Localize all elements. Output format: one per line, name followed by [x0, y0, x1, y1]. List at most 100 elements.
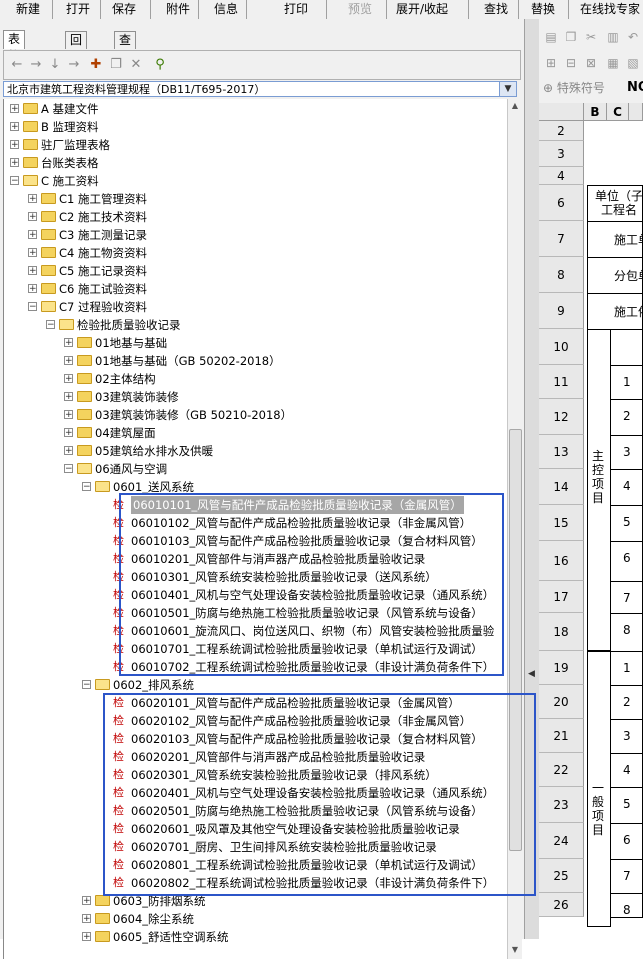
- tree-node-batch[interactable]: +04建筑屋面: [4, 424, 504, 442]
- pane-splitter[interactable]: ◀: [524, 19, 540, 939]
- align-icon[interactable]: ⊞: [543, 55, 559, 71]
- copy-icon[interactable]: ❐: [108, 57, 124, 73]
- scroll-up-icon[interactable]: ▲: [510, 101, 520, 111]
- tree-node-batch[interactable]: +05建筑给水排水及供暖: [4, 442, 504, 460]
- tree-node-batch[interactable]: +03建筑装饰装修（GB 50210-2018）: [4, 406, 504, 424]
- scroll-thumb[interactable]: [509, 429, 522, 851]
- expand-icon[interactable]: +: [64, 428, 73, 438]
- tree-leaf-form[interactable]: 检 06020102_风管与配件产成品检验批质量验收记录（非金属风管）: [4, 712, 504, 730]
- preview-button[interactable]: 预览: [348, 0, 372, 19]
- tree-leaf-form[interactable]: 检 06010102_风管与配件产成品检验批质量验收记录（非金属风管）: [4, 514, 504, 532]
- tree-node-c[interactable]: − C7 过程验收资料: [4, 298, 504, 316]
- tree-leaf-form[interactable]: 检 06020301_风管系统安装检验批质量验收记录（排风系统）: [4, 766, 504, 784]
- collapse-icon[interactable]: −: [10, 176, 19, 186]
- collapse-icon[interactable]: −: [64, 464, 73, 474]
- expand-icon[interactable]: +: [64, 356, 73, 366]
- tree-node-top[interactable]: + B 监理资料: [4, 118, 504, 136]
- paste-icon[interactable]: ▤: [543, 29, 559, 45]
- tree-leaf-form[interactable]: 检 06010702_工程系统调试检验批质量验收记录（非设计满负荷条件下）: [4, 658, 504, 676]
- expand-icon[interactable]: +: [64, 338, 73, 348]
- tree-node-system[interactable]: +0604_除尘系统: [4, 910, 504, 928]
- tree-node-top[interactable]: − C 施工资料: [4, 172, 504, 190]
- replace-button[interactable]: 替换: [531, 0, 555, 19]
- info-button[interactable]: 信息: [214, 0, 238, 19]
- tree-leaf-form[interactable]: 检 06020103_风管与配件产成品检验批质量验收记录（复合材料风管）: [4, 730, 504, 748]
- spec-select[interactable]: 北京市建筑工程资料管理规程（DB11/T695-2017） ▼: [3, 81, 517, 97]
- expand-icon[interactable]: +: [10, 140, 19, 150]
- add-item-icon[interactable]: ✚: [88, 57, 104, 73]
- tree-leaf-form[interactable]: 检 06010101_风管与配件产成品检验批质量验收记录（金属风管）: [4, 496, 504, 514]
- print-button[interactable]: 打印: [284, 0, 308, 19]
- expand-icon[interactable]: +: [28, 194, 37, 204]
- split-icon[interactable]: ⊠: [583, 55, 599, 71]
- tree-leaf-form[interactable]: 检 06020401_风机与空气处理设备安装检验批质量验收记录（通风系统）: [4, 784, 504, 802]
- expand-icon[interactable]: +: [28, 248, 37, 258]
- arrow-right-icon[interactable]: →: [28, 57, 44, 73]
- expand-icon[interactable]: +: [82, 896, 91, 906]
- tree-node-system[interactable]: +0605_舒适性空调系统: [4, 928, 504, 946]
- tree-node-batch-root[interactable]: − 检验批质量验收记录: [4, 316, 504, 334]
- tree-leaf-form[interactable]: 检 06020701_厨房、卫生间排风系统安装检验批质量验收记录: [4, 838, 504, 856]
- arrow-next-icon[interactable]: →: [66, 57, 82, 73]
- paste-special-icon[interactable]: ▥: [605, 29, 621, 45]
- tab-search-results[interactable]: 查找结果: [114, 31, 137, 98]
- arrow-down-icon[interactable]: ↓: [47, 57, 63, 73]
- attach-button[interactable]: 附件: [166, 0, 190, 19]
- tree-node-batch[interactable]: − 06通风与空调: [4, 460, 504, 478]
- border-icon[interactable]: ▦: [605, 55, 621, 71]
- delete-icon[interactable]: ✕: [128, 57, 144, 73]
- expand-icon[interactable]: +: [64, 410, 73, 420]
- tree-node-batch[interactable]: +01地基与基础: [4, 334, 504, 352]
- tree-node-batch[interactable]: +03建筑装饰装修: [4, 388, 504, 406]
- tab-recycle-bin[interactable]: 回收站: [65, 31, 88, 81]
- tree-leaf-form[interactable]: 检 06020802_工程系统调试检验批质量验收记录（非设计满负荷条件下）: [4, 874, 504, 892]
- expand-icon[interactable]: +: [64, 374, 73, 384]
- tree-leaf-form[interactable]: 检 06010201_风管部件与消声器产成品检验批质量验收记录: [4, 550, 504, 568]
- collapse-left-icon[interactable]: ◀: [528, 669, 535, 679]
- expand-icon[interactable]: +: [64, 392, 73, 402]
- tree-leaf-form[interactable]: 检 06010501_防腐与绝热施工检验批质量验收记录（风管系统与设备）: [4, 604, 504, 622]
- chevron-down-icon[interactable]: ▼: [499, 82, 516, 96]
- tree-leaf-form[interactable]: 检 06010401_风机与空气处理设备安装检验批质量验收记录（通风系统）: [4, 586, 504, 604]
- tree-scrollbar[interactable]: ▲ ▼: [507, 99, 522, 959]
- expand-icon[interactable]: +: [28, 230, 37, 240]
- tree-node-supply-system[interactable]: − 0601_送风系统: [4, 478, 504, 496]
- tree-node-c[interactable]: + C6 施工试验资料: [4, 280, 504, 298]
- expand-collapse-button[interactable]: 展开/收起: [396, 0, 448, 19]
- special-char-button[interactable]: ⊕ 特殊符号: [543, 79, 605, 97]
- expand-icon[interactable]: +: [28, 266, 37, 276]
- scroll-down-icon[interactable]: ▼: [510, 945, 520, 955]
- new-button[interactable]: 新建: [16, 0, 40, 19]
- tree-leaf-form[interactable]: 检 06010301_风管系统安装检验批质量验收记录（送风系统）: [4, 568, 504, 586]
- tree-node-top[interactable]: + 驻厂监理表格: [4, 136, 504, 154]
- tree-leaf-form[interactable]: 检 06020801_工程系统调试检验批质量验收记录（单机试运行及调试）: [4, 856, 504, 874]
- tree-node-top[interactable]: + 台账类表格: [4, 154, 504, 172]
- expand-icon[interactable]: +: [82, 932, 91, 942]
- tree-leaf-form[interactable]: 检 06020201_风管部件与消声器产成品检验批质量验收记录: [4, 748, 504, 766]
- expand-icon[interactable]: +: [10, 158, 19, 168]
- tree-node-c[interactable]: + C3 施工测量记录: [4, 226, 504, 244]
- collapse-icon[interactable]: −: [28, 302, 37, 312]
- undo-icon[interactable]: ↶: [625, 29, 641, 45]
- merge-icon[interactable]: ⊟: [563, 55, 579, 71]
- tree-leaf-form[interactable]: 检 06010601_旋流风口、岗位送风口、织物（布）风管安装检验批质量验: [4, 622, 504, 640]
- expand-icon[interactable]: +: [28, 212, 37, 222]
- tree-leaf-form[interactable]: 检 06020601_吸风罩及其他空气处理设备安装检验批质量验收记录: [4, 820, 504, 838]
- collapse-icon[interactable]: −: [46, 320, 55, 330]
- tree-node-system[interactable]: +0603_防排烟系统: [4, 892, 504, 910]
- tree-leaf-form[interactable]: 检 06010103_风管与配件产成品检验批质量验收记录（复合材料风管）: [4, 532, 504, 550]
- tree-node-c[interactable]: + C5 施工记录资料: [4, 262, 504, 280]
- expand-icon[interactable]: +: [10, 104, 19, 114]
- tree-leaf-form[interactable]: 检 06020101_风管与配件产成品检验批质量验收记录（金属风管）: [4, 694, 504, 712]
- arrow-left-icon[interactable]: ←: [9, 57, 25, 73]
- format-icon[interactable]: ▧: [625, 55, 641, 71]
- open-button[interactable]: 打开: [66, 0, 90, 19]
- expand-icon[interactable]: +: [82, 914, 91, 924]
- tab-table-catalog[interactable]: 表格目录: [3, 30, 26, 97]
- tree-node-c[interactable]: + C4 施工物资资料: [4, 244, 504, 262]
- expand-icon[interactable]: +: [28, 284, 37, 294]
- cut-icon[interactable]: ✂: [583, 29, 599, 45]
- tree-node-exhaust-system[interactable]: − 0602_排风系统: [4, 676, 504, 694]
- tree-node-c[interactable]: + C1 施工管理资料: [4, 190, 504, 208]
- save-button[interactable]: 保存: [112, 0, 136, 19]
